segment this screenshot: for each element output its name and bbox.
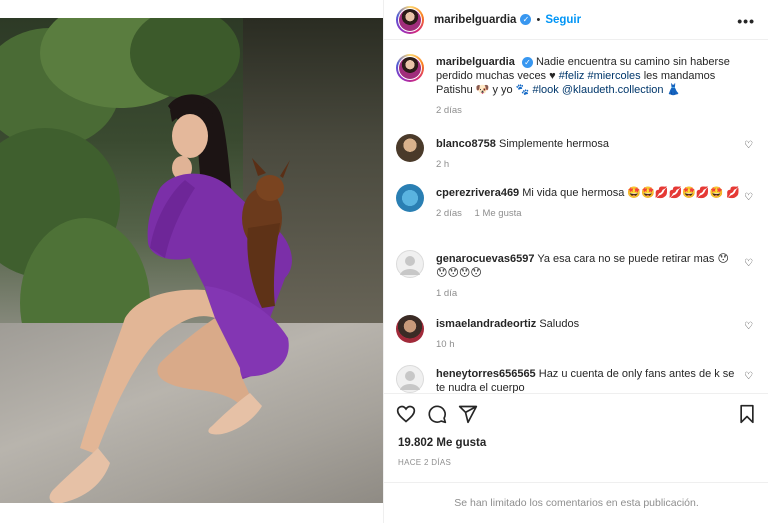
post-sidebar: maribelguardia ✓ • Seguir ••• maribelgua… bbox=[383, 0, 768, 523]
comment-username[interactable]: cperezrivera469 bbox=[436, 187, 519, 199]
avatar[interactable] bbox=[396, 5, 424, 34]
follow-button[interactable]: Seguir bbox=[545, 14, 581, 26]
comment-item: blanco8758 Simplemente hermosa 2 h ♡ bbox=[396, 134, 761, 179]
comment-time[interactable]: 1 día bbox=[436, 288, 457, 299]
hashtag-link[interactable]: #miercoles bbox=[587, 70, 640, 82]
header-username[interactable]: maribelguardia bbox=[434, 14, 516, 26]
comment-icon[interactable] bbox=[427, 404, 447, 424]
heart-icon[interactable] bbox=[396, 404, 416, 424]
likes-count[interactable]: 19.802 Me gusta bbox=[398, 437, 486, 449]
comment-item: ismaelandradeortiz Saludos 10 h ♡ bbox=[396, 315, 761, 365]
caption: maribelguardia ✓ Nadie encuentra su cami… bbox=[396, 54, 761, 134]
caption-text: 👗 bbox=[666, 84, 681, 96]
avatar[interactable] bbox=[396, 315, 424, 343]
like-comment-heart-icon[interactable]: ♡ bbox=[744, 371, 753, 382]
avatar[interactable] bbox=[396, 134, 424, 162]
post-date[interactable]: HACE 2 DÍAS bbox=[398, 458, 451, 467]
comment-time[interactable]: 10 h bbox=[436, 339, 455, 350]
action-bar bbox=[384, 393, 768, 433]
woman-figure bbox=[49, 94, 292, 503]
like-comment-heart-icon[interactable]: ♡ bbox=[744, 192, 753, 203]
like-comment-heart-icon[interactable]: ♡ bbox=[744, 140, 753, 151]
avatar[interactable] bbox=[396, 184, 424, 212]
caption-time[interactable]: 2 días bbox=[436, 105, 462, 116]
avatar[interactable] bbox=[396, 365, 424, 393]
comment-likes[interactable]: 1 Me gusta bbox=[475, 208, 522, 219]
comment-username[interactable]: blanco8758 bbox=[436, 138, 496, 150]
comment-username[interactable]: genarocuevas6597 bbox=[436, 253, 534, 265]
comment-time[interactable]: 2 días bbox=[436, 208, 462, 219]
instagram-post-page: maribelguardia ✓ • Seguir ••• maribelgua… bbox=[0, 0, 768, 523]
share-icon[interactable] bbox=[458, 404, 478, 424]
comments-limited-notice: Se han limitado los comentarios en esta … bbox=[384, 482, 768, 523]
mention-link[interactable]: @klaudeth.collection bbox=[562, 84, 664, 96]
hashtag-link[interactable]: #look bbox=[532, 84, 558, 96]
bookmark-icon[interactable] bbox=[737, 404, 757, 424]
more-options-icon[interactable]: ••• bbox=[737, 13, 755, 29]
like-comment-heart-icon[interactable]: ♡ bbox=[744, 321, 753, 332]
comments-list[interactable]: maribelguardia ✓ Nadie encuentra su cami… bbox=[384, 41, 768, 393]
verified-badge-icon: ✓ bbox=[520, 14, 532, 25]
hashtag-link[interactable]: #feliz bbox=[559, 70, 585, 82]
comment-username[interactable]: ismaelandradeortiz bbox=[436, 318, 536, 330]
avatar[interactable] bbox=[396, 54, 424, 82]
post-photo[interactable] bbox=[0, 18, 383, 503]
comment-text: Saludos bbox=[539, 318, 580, 330]
comment-time[interactable]: 2 h bbox=[436, 159, 449, 170]
profile-picture bbox=[399, 8, 421, 31]
separator-dot: • bbox=[536, 13, 541, 26]
comment-text: Simplemente hermosa bbox=[498, 138, 610, 150]
avatar[interactable] bbox=[396, 250, 424, 278]
caption-username[interactable]: maribelguardia bbox=[436, 56, 515, 68]
verified-badge-icon: ✓ bbox=[521, 56, 533, 68]
default-avatar-icon bbox=[400, 371, 420, 390]
comment-username[interactable]: heneytorres656565 bbox=[436, 368, 536, 380]
comment-item: heneytorres656565 Haz u cuenta de only f… bbox=[396, 365, 761, 393]
comment-item: genarocuevas6597 Ya esa cara no se puede… bbox=[396, 250, 761, 310]
post-header: maribelguardia ✓ • Seguir ••• bbox=[384, 0, 768, 40]
comment-item: cperezrivera469 Mi vida que hermosa 🤩🤩💋💋… bbox=[396, 184, 761, 244]
profile-picture bbox=[399, 57, 421, 79]
default-avatar-icon bbox=[400, 256, 420, 275]
comment-text: Mi vida que hermosa 🤩🤩💋💋🤩💋🤩 💋 bbox=[522, 187, 741, 199]
like-comment-heart-icon[interactable]: ♡ bbox=[744, 258, 753, 269]
